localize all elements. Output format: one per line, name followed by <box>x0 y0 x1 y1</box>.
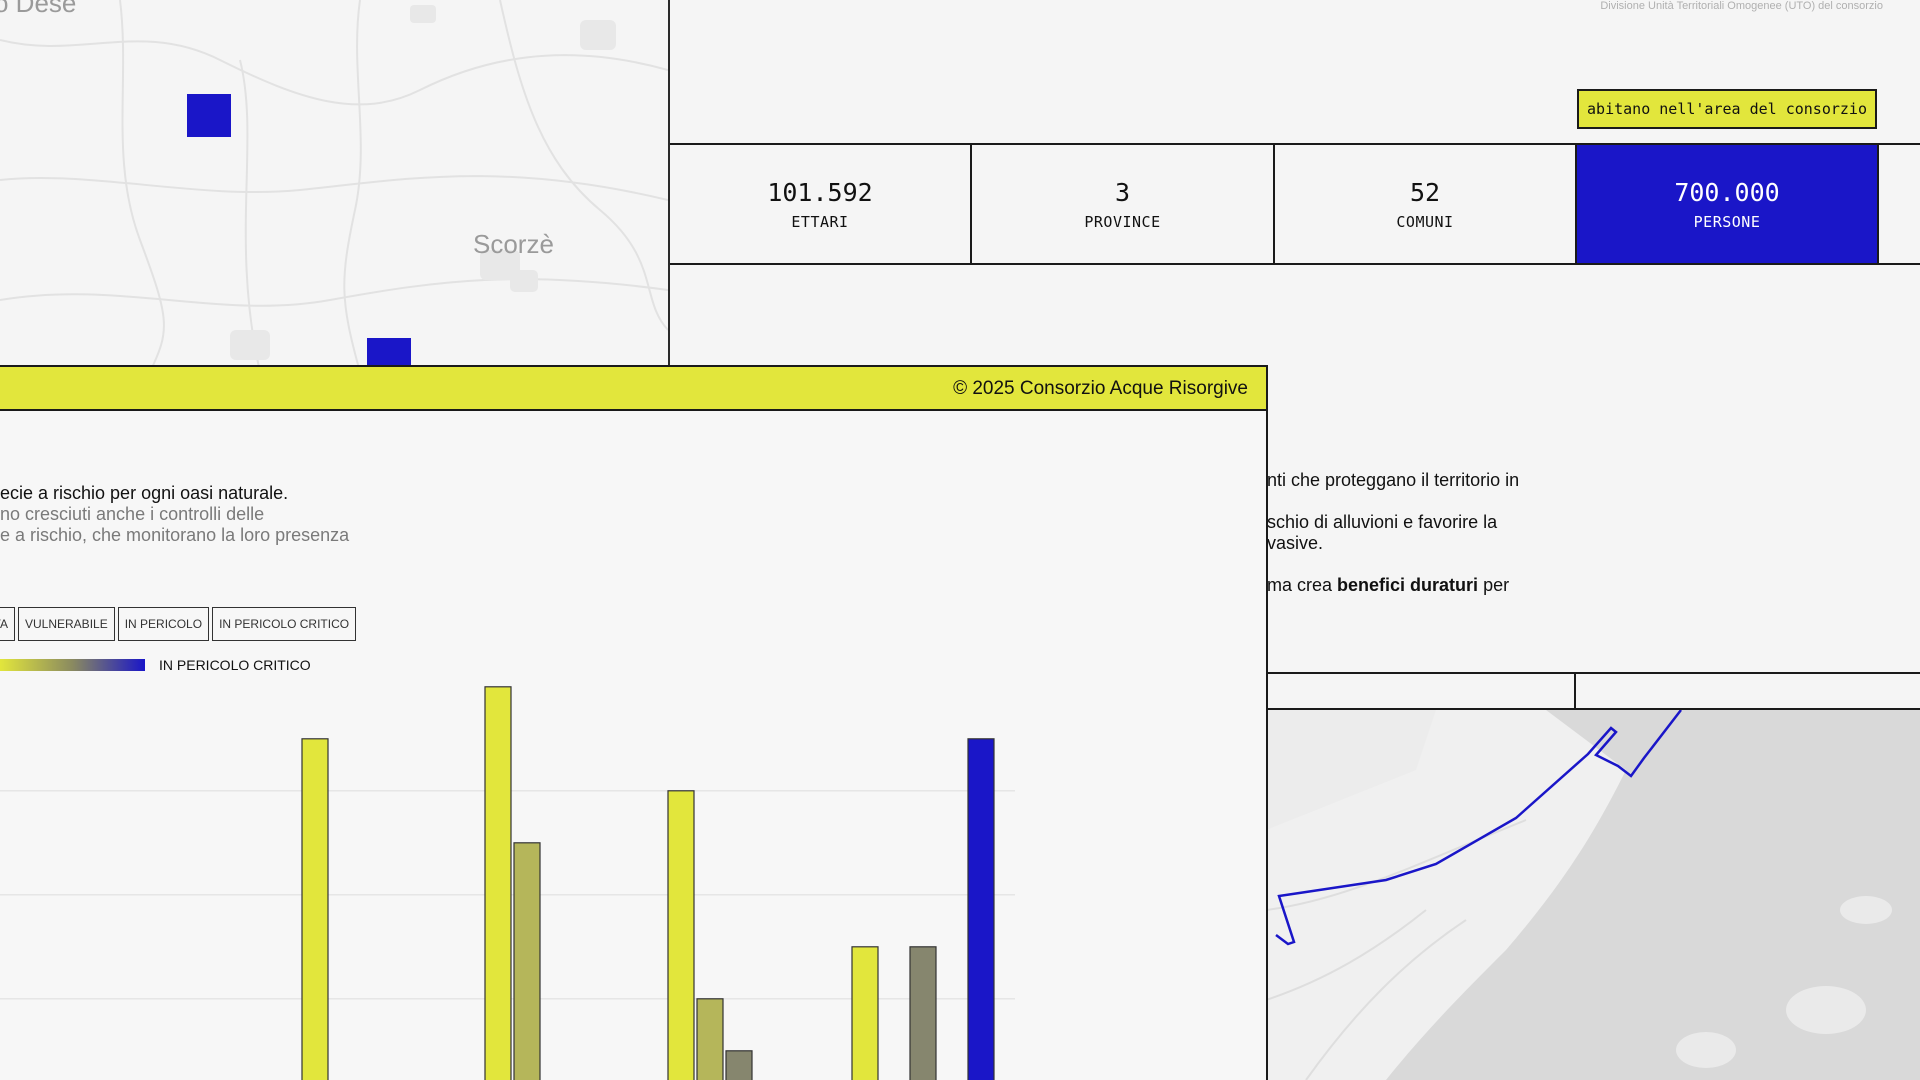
top-map[interactable]: o Dese Scorzè <box>0 0 668 372</box>
right-paragraph-emphasis: benefici duraturi <box>1337 575 1479 595</box>
chart-bar[interactable] <box>909 946 937 1080</box>
intro-line: e a rischio, che monitorano la loro pres… <box>0 525 350 545</box>
stat-municipalities[interactable]: 52 COMUNI <box>1275 145 1577 263</box>
map-marker[interactable] <box>187 94 231 137</box>
chart-bar[interactable] <box>301 738 329 1080</box>
lagoon-map[interactable] <box>1266 710 1920 1080</box>
intro-line: no cresciuti anche i controlli delle <box>0 504 265 524</box>
copyright-text: © 2025 Consorzio Acque Risorgive <box>953 378 1248 399</box>
stat-label: COMUNI <box>1396 212 1454 231</box>
top-map-roads <box>0 0 668 372</box>
chart-bar[interactable] <box>513 842 541 1080</box>
map-place-label: Scorzè <box>473 229 554 259</box>
right-paragraph: ma crea benefici duraturi per <box>1267 575 1827 596</box>
species-chart-window: © 2025 Consorzio Acque Risorgive ecie a … <box>0 365 1268 1080</box>
filter-button[interactable]: TA <box>0 607 15 641</box>
stats-row: 101.592 ETTARI 3 PROVINCE 52 COMUNI 700.… <box>670 143 1920 265</box>
map-legend-note: Divisione Unità Territoriali Omogenee (U… <box>1600 0 1883 12</box>
stat-value: 52 <box>1409 177 1441 207</box>
stat-label: PERSONE <box>1693 212 1761 231</box>
stat-provinces[interactable]: 3 PROVINCE <box>972 145 1275 263</box>
window-title-bar[interactable]: © 2025 Consorzio Acque Risorgive <box>0 367 1266 411</box>
stat-label: PROVINCE <box>1084 212 1161 231</box>
chart-bar[interactable] <box>725 1050 753 1080</box>
right-paragraph-line: vasive. <box>1267 533 1324 553</box>
lagoon-map-shapes <box>1266 710 1920 1080</box>
right-paragraph: nti che proteggano il territorio in <box>1267 470 1520 490</box>
chart-bar[interactable] <box>967 738 995 1080</box>
right-body-text: nti che proteggano il territorio in schi… <box>1267 470 1827 617</box>
risk-filter-buttons: TA VULNERABILE IN PERICOLO IN PERICOLO C… <box>0 607 357 641</box>
stat-hectares[interactable]: 101.592 ETTARI <box>670 145 972 263</box>
stat-value: 101.592 <box>767 177 873 207</box>
stat-people[interactable]: 700.000 PERSONE <box>1577 145 1879 263</box>
chart-bar[interactable] <box>667 790 695 1080</box>
filter-button-critically-endangered[interactable]: IN PERICOLO CRITICO <box>212 607 357 641</box>
right-paragraph-text: ma crea <box>1267 575 1338 595</box>
stat-label: ETTARI <box>791 212 849 231</box>
inhabit-badge: abitano nell'area del consorzio <box>1577 89 1877 129</box>
right-paragraph-line: schio di alluvioni e favorire la <box>1267 512 1498 532</box>
right-paragraph-text: per <box>1478 575 1510 595</box>
stat-value: 3 <box>1114 177 1131 207</box>
map-place-label-partial: o Dese <box>0 0 77 18</box>
filter-button-vulnerable[interactable]: VULNERABILE <box>18 607 115 641</box>
chart-bar[interactable] <box>696 998 724 1080</box>
chart-intro-text: ecie a rischio per ogni oasi naturale. n… <box>0 483 460 546</box>
intro-line: ecie a rischio per ogni oasi naturale. <box>0 483 289 503</box>
filter-button-endangered[interactable]: IN PERICOLO <box>117 607 210 641</box>
right-paragraph: schio di alluvioni e favorire la vasive. <box>1267 512 1827 554</box>
chart-bar[interactable] <box>851 946 879 1080</box>
species-risk-chart <box>0 686 1015 1080</box>
right-table-strip <box>1266 672 1920 710</box>
strip-divider <box>1574 674 1576 710</box>
stat-value: 700.000 <box>1674 177 1780 207</box>
chart-bar[interactable] <box>484 686 512 1080</box>
